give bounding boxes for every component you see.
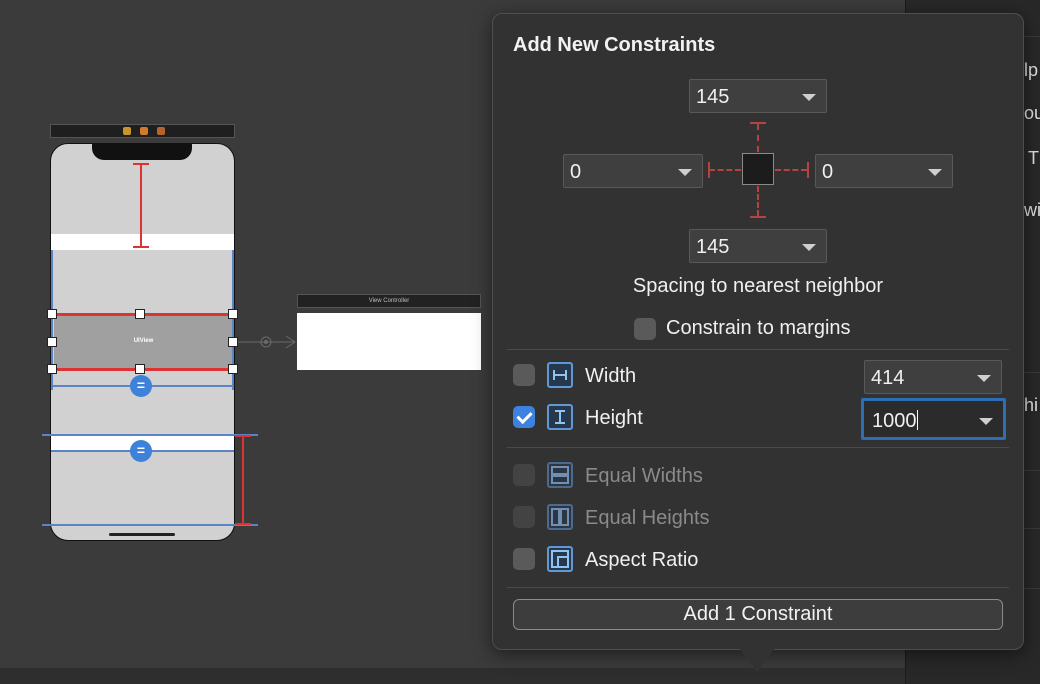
top-spacing-field[interactable]: 145 xyxy=(689,79,827,113)
height-checkbox[interactable] xyxy=(513,406,535,428)
leading-constraint-toggle[interactable] xyxy=(709,169,741,171)
aspect-ratio-label: Aspect Ratio xyxy=(585,549,699,571)
spacing-caption: Spacing to nearest neighbor xyxy=(632,275,884,297)
popover-title: Add New Constraints xyxy=(513,34,716,56)
view-controller-dock-bar[interactable]: View Controller xyxy=(297,294,481,308)
constraint-cap xyxy=(235,435,251,437)
bottom-spacing-value: 145 xyxy=(696,236,730,258)
section-divider xyxy=(507,349,1009,350)
equal-widths-label: Equal Widths xyxy=(585,465,703,487)
constraint-tick xyxy=(750,216,766,218)
width-checkbox[interactable] xyxy=(513,364,535,386)
leading-spacing-value: 0 xyxy=(570,161,582,183)
inspector-text-fragment: wi xyxy=(1024,200,1040,220)
inspector-text-fragment: ou xyxy=(1024,103,1040,123)
chevron-down-icon[interactable] xyxy=(977,375,991,382)
top-spacing-value: 145 xyxy=(696,86,730,108)
constrain-to-margins-checkbox[interactable] xyxy=(634,318,656,340)
segue-arrow-icon[interactable] xyxy=(238,333,298,351)
constrain-to-margins-label: Constrain to margins xyxy=(666,317,851,339)
scene-dock-bar[interactable] xyxy=(50,124,235,138)
width-constraint-icon xyxy=(547,362,573,388)
height-constraint-icon xyxy=(547,404,573,430)
resize-handle[interactable] xyxy=(135,309,145,319)
resize-handle[interactable] xyxy=(228,309,238,319)
uiview-label: UIView xyxy=(133,338,154,344)
width-label: Width xyxy=(585,365,637,387)
width-value: 414 xyxy=(871,367,905,389)
constraint-tick xyxy=(750,122,766,124)
equal-height-badge[interactable]: = xyxy=(130,440,152,462)
resize-handle[interactable] xyxy=(47,337,57,347)
equal-height-badge[interactable]: = xyxy=(130,375,152,397)
resize-handle[interactable] xyxy=(47,364,57,374)
trailing-constraint-toggle[interactable] xyxy=(775,169,807,171)
equal-widths-icon xyxy=(547,462,573,488)
constraint-tick xyxy=(708,162,710,178)
guide-line xyxy=(42,524,258,526)
uiview-selected[interactable]: UIView xyxy=(54,316,233,370)
chevron-down-icon[interactable] xyxy=(802,244,816,251)
device-notch xyxy=(92,144,192,160)
height-value: 1000 xyxy=(872,410,917,432)
resize-handle[interactable] xyxy=(47,309,57,319)
bottom-constraint-line[interactable] xyxy=(242,436,244,524)
chevron-down-icon[interactable] xyxy=(928,169,942,176)
view-controller-scene[interactable] xyxy=(297,313,481,370)
top-constraint-toggle[interactable] xyxy=(757,124,759,152)
add-constraints-popover: Add New Constraints 145 0 0 145 Spacing … xyxy=(492,13,1024,650)
inspector-text-fragment: lp xyxy=(1024,60,1039,80)
height-value-wrap: 1000 xyxy=(872,410,918,433)
constraint-cap xyxy=(133,163,149,165)
resize-handle[interactable] xyxy=(228,337,238,347)
equal-heights-icon xyxy=(547,504,573,530)
width-value-field[interactable]: 414 xyxy=(864,360,1002,394)
equal-heights-checkbox[interactable] xyxy=(513,506,535,528)
first-responder-icon[interactable] xyxy=(140,127,148,135)
home-indicator xyxy=(109,533,175,536)
section-divider xyxy=(507,447,1009,448)
chevron-down-icon[interactable] xyxy=(979,418,993,425)
constraint-cap xyxy=(133,246,149,248)
text-caret xyxy=(916,410,918,430)
iphone-scene[interactable]: UIView xyxy=(50,143,235,541)
add-constraints-button[interactable]: Add 1 Constraint xyxy=(513,599,1003,630)
leading-spacing-field[interactable]: 0 xyxy=(563,154,703,188)
section-divider xyxy=(507,587,1009,588)
resize-handle[interactable] xyxy=(135,364,145,374)
height-value-field[interactable]: 1000 xyxy=(861,398,1006,440)
aspect-ratio-icon xyxy=(547,546,573,572)
resize-handle[interactable] xyxy=(228,364,238,374)
popover-arrow xyxy=(739,648,775,672)
guide-line xyxy=(42,434,258,436)
chevron-down-icon[interactable] xyxy=(678,169,692,176)
equal-heights-label: Equal Heights xyxy=(585,507,710,529)
constraint-cap xyxy=(235,523,251,525)
inspector-text-fragment: hi xyxy=(1024,395,1039,415)
trailing-spacing-field[interactable]: 0 xyxy=(815,154,953,188)
view-controller-icon[interactable] xyxy=(123,127,131,135)
equal-widths-checkbox[interactable] xyxy=(513,464,535,486)
bottom-spacing-field[interactable]: 145 xyxy=(689,229,827,263)
top-constraint-line[interactable] xyxy=(140,164,142,246)
constraint-center-square xyxy=(742,153,774,185)
chevron-down-icon[interactable] xyxy=(802,94,816,101)
inspector-text-fragment: T xyxy=(1028,148,1039,168)
bottom-constraint-toggle[interactable] xyxy=(757,186,759,216)
aspect-ratio-checkbox[interactable] xyxy=(513,548,535,570)
constraint-tick xyxy=(807,162,809,178)
height-label: Height xyxy=(585,407,643,429)
trailing-spacing-value: 0 xyxy=(822,161,834,183)
exit-icon[interactable] xyxy=(157,127,165,135)
